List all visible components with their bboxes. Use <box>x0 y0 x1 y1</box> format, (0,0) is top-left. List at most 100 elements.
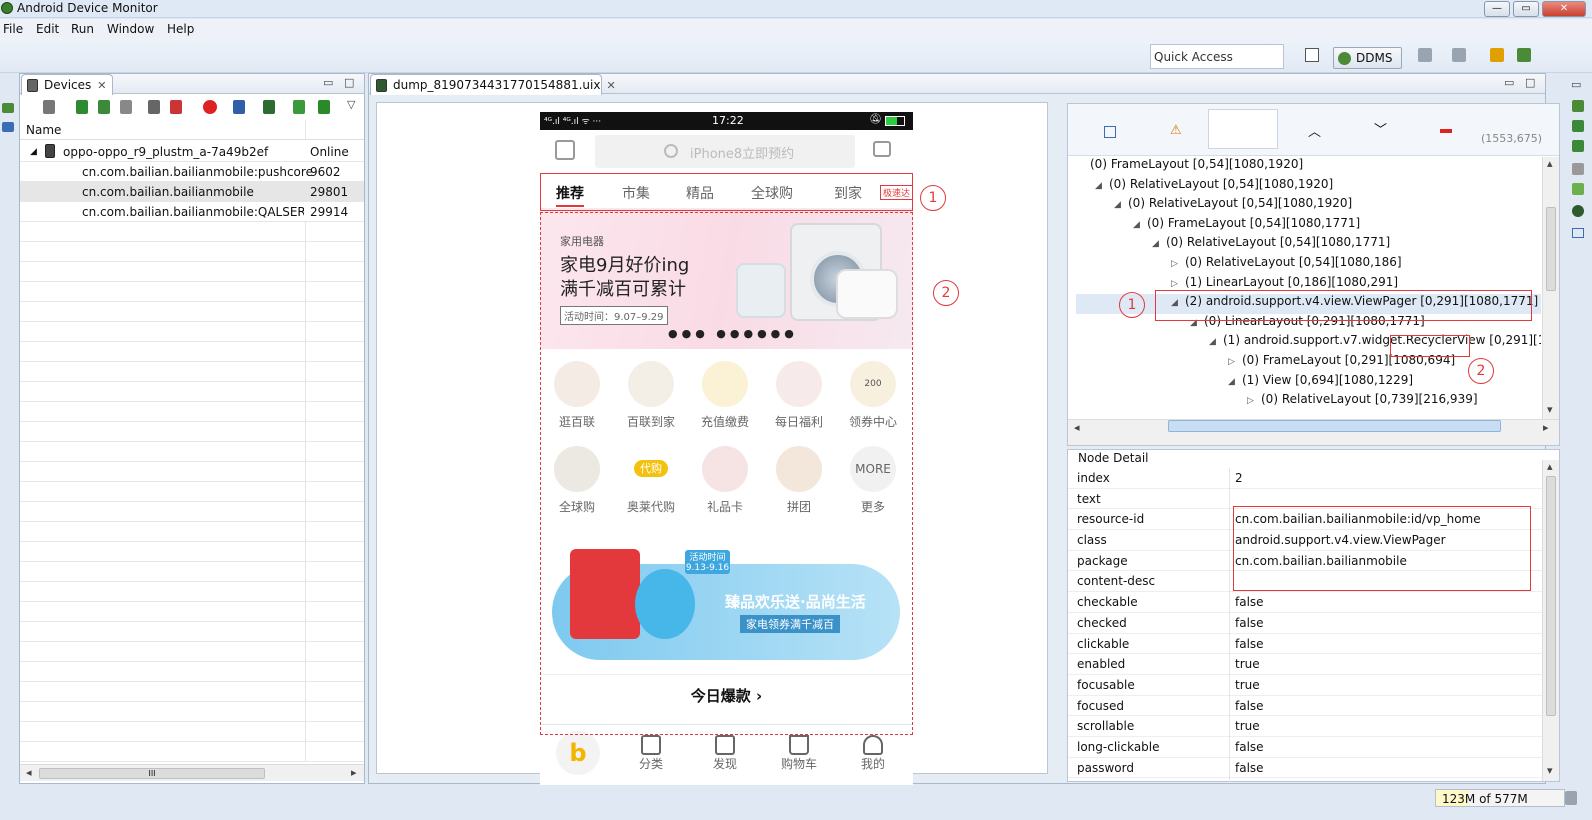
trash-icon[interactable] <box>1565 791 1577 805</box>
detail-scroll-thumb[interactable] <box>1546 476 1556 716</box>
menu-file[interactable]: File <box>3 22 23 36</box>
tree-vertical-scrollbar[interactable]: ▴ ▾ <box>1542 157 1559 419</box>
restore-icon[interactable]: ▭ <box>1571 78 1581 91</box>
process-row[interactable]: cn.com.bailian.bailianmobile:pushcore 96… <box>20 162 364 182</box>
screen-capture-icon[interactable] <box>233 100 245 114</box>
scroll-up-icon[interactable]: ▴ <box>1547 460 1553 473</box>
tree-hscroll-thumb[interactable] <box>1168 420 1501 432</box>
devices-tab-close[interactable]: ✕ <box>97 79 106 92</box>
nav-cart[interactable]: 购物车 <box>762 731 836 772</box>
app-search-box[interactable]: iPhone8立即预约 <box>595 135 855 168</box>
open-perspective-icon[interactable] <box>1305 48 1319 62</box>
expand-arrow-icon[interactable]: ◢ <box>30 147 37 157</box>
nav-discover[interactable]: 发现 <box>688 731 762 772</box>
debug-icon[interactable] <box>43 100 55 114</box>
systrace-icon[interactable] <box>293 100 305 114</box>
tree-toggle-icon[interactable]: ◢ <box>1114 200 1124 210</box>
scroll-left-icon[interactable]: ◂ <box>1074 421 1080 434</box>
process-row-selected[interactable]: cn.com.bailian.bailianmobile 29801 <box>20 182 364 202</box>
scroll-thumb[interactable]: III <box>39 768 265 779</box>
chevron-up-icon[interactable]: ︿ <box>1308 121 1321 140</box>
detail-vertical-scrollbar[interactable]: ▴ ▾ <box>1542 460 1559 781</box>
property-row[interactable]: focusable true <box>1068 675 1542 696</box>
process-row[interactable]: cn.com.bailian.bailianmobile:QALSERVICE … <box>20 202 364 222</box>
stop-process-icon[interactable] <box>203 100 217 114</box>
property-row[interactable]: enabled true <box>1068 654 1542 675</box>
menu-edit[interactable]: Edit <box>36 22 59 36</box>
menu-window[interactable]: Window <box>107 22 154 36</box>
tree-toggle-icon[interactable]: ▷ <box>1171 279 1181 289</box>
view-menu-icon[interactable]: ▽ <box>347 98 355 111</box>
dump-view-hierarchy-icon[interactable] <box>263 100 275 114</box>
device-row[interactable]: ◢ oppo-oppo_r9_plustm_a-7a49b2ef Online <box>20 142 364 162</box>
update-threads-icon[interactable] <box>148 100 160 114</box>
dump-file-tab-close[interactable]: ✕ <box>606 79 615 92</box>
tree-toggle-icon[interactable]: ▷ <box>1171 259 1181 269</box>
property-row[interactable]: password false <box>1068 758 1542 779</box>
tree-node[interactable]: ◢ (0) RelativeLayout [0,54][1080,1771] <box>1076 235 1541 255</box>
tree-toggle-icon[interactable]: ▷ <box>1247 396 1257 406</box>
tree-node[interactable]: ◢ (0) RelativeLayout [0,54][1080,1920] <box>1076 177 1541 197</box>
minimize-button[interactable]: — <box>1484 1 1510 17</box>
emulator-trim-icon[interactable] <box>1572 205 1584 217</box>
nav-mine[interactable]: 我的 <box>836 731 910 772</box>
column-name[interactable]: Name <box>26 123 61 137</box>
tree-node[interactable]: ▷ (0) RelativeLayout [0,54][1080,186] <box>1076 255 1541 275</box>
scroll-up-icon[interactable]: ▴ <box>1547 157 1553 170</box>
device-tool-icon[interactable] <box>1418 48 1432 62</box>
tree-toggle-icon[interactable]: ◢ <box>1133 220 1143 230</box>
maximize-view-icon[interactable]: □ <box>344 76 354 89</box>
allocation-trim-icon[interactable] <box>1572 140 1584 152</box>
scroll-down-icon[interactable]: ▾ <box>1547 764 1553 777</box>
tree-toggle-icon[interactable]: ◢ <box>1228 377 1238 387</box>
warning-icon[interactable]: ⚠ <box>1170 123 1182 138</box>
tree-node[interactable]: ◢ (1) android.support.v7.widget.RecyclerV… <box>1076 333 1541 353</box>
quick-access-input[interactable]: Quick Access <box>1150 44 1284 69</box>
heap-trim-icon[interactable] <box>1572 120 1584 132</box>
home-nav-icon[interactable]: b <box>556 731 600 775</box>
scroll-right-icon[interactable]: ▸ <box>1543 421 1549 434</box>
column-separator[interactable] <box>305 120 306 140</box>
start-profiling-icon[interactable] <box>170 100 182 114</box>
devices-tab[interactable]: Devices ✕ <box>21 74 113 95</box>
cause-gc-icon[interactable] <box>120 100 132 114</box>
property-row[interactable]: scrollable true <box>1068 716 1542 737</box>
property-row[interactable]: clickable false <box>1068 634 1542 655</box>
opengl-trace-icon[interactable] <box>318 100 330 114</box>
dump-file-tab[interactable]: dump_8190734431770154881.uix ✕ <box>370 74 616 95</box>
android-sdk-icon[interactable] <box>1517 48 1531 62</box>
tree-node[interactable]: (0) FrameLayout [0,54][1080,1920] <box>1076 157 1541 177</box>
tree-horizontal-scrollbar[interactable]: ◂ ▸ <box>1068 419 1559 445</box>
minimize-view-icon[interactable]: ▭ <box>323 76 333 89</box>
tree-toggle-icon[interactable]: ▷ <box>1228 357 1238 367</box>
tree-toggle-icon[interactable]: ◢ <box>1152 239 1162 249</box>
tree-toggle-icon[interactable]: ◢ <box>1209 337 1219 347</box>
message-icon[interactable] <box>873 141 891 157</box>
menu-help[interactable]: Help <box>167 22 194 36</box>
tree-node[interactable]: ◢ (0) FrameLayout [0,54][1080,1771] <box>1076 216 1541 236</box>
maximize-editor-icon[interactable]: □ <box>1525 76 1535 89</box>
window-trim-icon[interactable] <box>1572 228 1584 238</box>
network-trim-icon[interactable] <box>1572 163 1584 175</box>
dump-hprof-icon[interactable] <box>98 100 110 114</box>
tree-scroll-thumb[interactable] <box>1546 207 1556 291</box>
tree-node[interactable]: ▷ (0) RelativeLayout [0,739][216,939] <box>1076 392 1541 412</box>
tree-node[interactable]: ◢ (0) RelativeLayout [0,54][1080,1920] <box>1076 196 1541 216</box>
property-row[interactable]: long-clickable false <box>1068 737 1542 758</box>
monitor-trim-icon[interactable] <box>2 122 14 132</box>
heap-status[interactable]: 123M of 577M <box>1435 789 1565 807</box>
threads-trim-icon[interactable] <box>1572 100 1584 112</box>
update-heap-icon[interactable] <box>76 100 88 114</box>
chevron-down-icon[interactable]: ﹀ <box>1374 119 1387 138</box>
minimize-editor-icon[interactable]: ▭ <box>1504 76 1514 89</box>
scroll-left-icon[interactable]: ◂ <box>26 766 32 779</box>
emulator-tool-icon[interactable] <box>1452 48 1466 62</box>
expand-all-icon[interactable] <box>1104 126 1116 138</box>
nav-category[interactable]: 分类 <box>614 731 688 772</box>
close-button[interactable]: ✕ <box>1542 1 1586 17</box>
tree-toggle-icon[interactable]: ◢ <box>1095 181 1105 191</box>
ddms-perspective-button[interactable]: DDMS <box>1333 47 1402 69</box>
menu-run[interactable]: Run <box>71 22 94 36</box>
property-row[interactable]: focused false <box>1068 696 1542 717</box>
property-row[interactable]: checkable false <box>1068 592 1542 613</box>
